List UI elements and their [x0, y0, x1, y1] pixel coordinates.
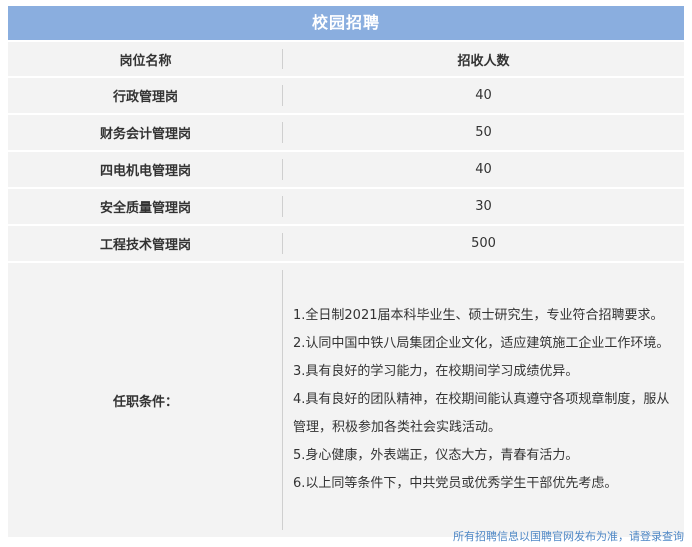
position-cell: 行政管理岗 — [8, 77, 283, 115]
table-row: 行政管理岗 40 — [8, 77, 684, 115]
count-cell: 50 — [283, 114, 684, 152]
position-cell: 财务会计管理岗 — [8, 114, 283, 152]
header-count-label: 招收人数 — [457, 53, 510, 69]
position-cell: 安全质量管理岗 — [8, 188, 283, 226]
requirement-item: 4.具有良好的团队精神，在校期间能认真遵守各项规章制度，服从管理，积极参加各类社… — [293, 392, 670, 435]
table-row: 工程技术管理岗 500 — [8, 225, 684, 263]
footer-notice-link[interactable]: 所有招聘信息以国聘官网发布为准，请登录查询 — [453, 528, 684, 544]
recruitment-table: 岗位名称 招收人数 行政管理岗 40 财务会计管理岗 50 四电机电管理岗 40… — [8, 42, 684, 539]
count-cell: 30 — [283, 188, 684, 226]
table-row: 四电机电管理岗 40 — [8, 151, 684, 189]
table-row: 财务会计管理岗 50 — [8, 114, 684, 152]
requirements-list: 1.全日制2021届本科毕业生、硕士研究生，专业符合招聘要求。 2.认同中国中铁… — [283, 262, 684, 539]
recruitment-card: 校园招聘 岗位名称 招收人数 行政管理岗 40 财务会计管理岗 50 四电机电管… — [8, 6, 684, 539]
position-name: 四电机电管理岗 — [99, 164, 191, 179]
position-cell: 工程技术管理岗 — [8, 225, 283, 263]
position-cell: 四电机电管理岗 — [8, 151, 283, 189]
header-count: 招收人数 — [283, 42, 684, 78]
requirements-label: 任职条件： — [112, 394, 178, 410]
requirement-item: 1.全日制2021届本科毕业生、硕士研究生，专业符合招聘要求。 — [293, 308, 664, 323]
position-name: 安全质量管理岗 — [99, 201, 191, 216]
requirement-item: 5.身心健康，外表端正，仪态大方，青春有活力。 — [293, 448, 579, 463]
table-header-row: 岗位名称 招收人数 — [8, 42, 684, 78]
count-cell: 40 — [283, 77, 684, 115]
requirement-item: 3.具有良好的学习能力，在校期间学习成绩优异。 — [293, 364, 579, 379]
position-name: 行政管理岗 — [112, 90, 178, 105]
table-title: 校园招聘 — [8, 6, 684, 40]
count-cell: 500 — [283, 225, 684, 263]
requirement-item: 2.认同中国中铁八局集团企业文化，适应建筑施工企业工作环境。 — [293, 336, 670, 351]
requirement-item: 6.以上同等条件下，中共党员或优秀学生干部优先考虑。 — [293, 476, 618, 491]
header-position-label: 岗位名称 — [119, 53, 172, 69]
requirements-label-cell: 任职条件： — [8, 262, 283, 539]
position-name: 工程技术管理岗 — [99, 238, 191, 253]
count-cell: 40 — [283, 151, 684, 189]
header-position: 岗位名称 — [8, 42, 283, 78]
requirements-row: 任职条件： 1.全日制2021届本科毕业生、硕士研究生，专业符合招聘要求。 2.… — [8, 262, 684, 539]
table-row: 安全质量管理岗 30 — [8, 188, 684, 226]
position-name: 财务会计管理岗 — [99, 127, 191, 142]
